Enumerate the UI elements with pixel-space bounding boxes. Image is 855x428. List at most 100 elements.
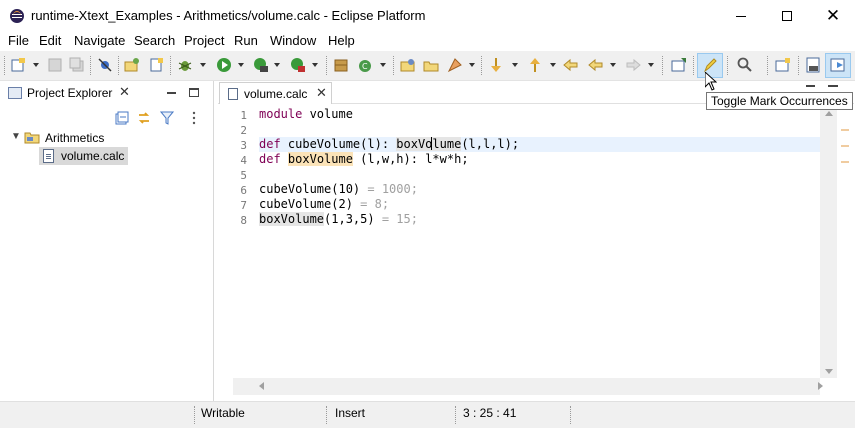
toolbar-separator xyxy=(693,56,694,75)
menu-help[interactable]: Help xyxy=(328,33,355,48)
scroll-left-icon[interactable] xyxy=(259,382,264,390)
close-window-button[interactable]: ✕ xyxy=(810,0,855,31)
coverage-dropdown-icon[interactable] xyxy=(274,63,280,67)
next-annotation-dropdown-icon[interactable] xyxy=(512,63,518,67)
back-icon[interactable] xyxy=(588,57,604,73)
link-with-editor-icon[interactable] xyxy=(137,111,151,125)
editor-tab-volume-calc[interactable]: volume.calc ✕ xyxy=(219,82,332,104)
write-occurrence-highlight: boxVolume xyxy=(287,152,353,166)
occurrence-marker[interactable] xyxy=(841,161,849,163)
scroll-up-icon[interactable] xyxy=(825,111,833,116)
menu-navigate[interactable]: Navigate xyxy=(74,33,125,48)
new-class-dropdown-icon[interactable] xyxy=(380,63,386,67)
maximize-button[interactable] xyxy=(764,0,810,31)
occurrence-marker[interactable] xyxy=(841,145,849,147)
horizontal-scrollbar[interactable] xyxy=(233,378,823,395)
scroll-right-icon[interactable] xyxy=(818,382,823,390)
menu-window[interactable]: Window xyxy=(270,33,316,48)
external-tools-icon[interactable] xyxy=(290,57,306,73)
line-number: 3 xyxy=(240,139,247,152)
new-java-class-icon[interactable]: C xyxy=(357,57,373,73)
git-perspective-icon[interactable] xyxy=(805,57,821,73)
close-icon[interactable]: ✕ xyxy=(316,85,327,101)
maximize-icon[interactable] xyxy=(828,85,838,87)
calc-file-icon xyxy=(43,149,54,163)
code-line: module volume xyxy=(259,107,353,122)
mouse-pointer-icon xyxy=(705,72,717,91)
debug-icon[interactable] xyxy=(177,57,193,73)
mark-occurrences-icon xyxy=(703,58,717,73)
code-text: volume xyxy=(302,107,353,121)
occurrence-highlight: boxVo xyxy=(396,137,433,151)
menu-project[interactable]: Project xyxy=(184,33,224,48)
chevron-down-icon[interactable]: ▼ xyxy=(11,131,21,142)
toolbar-tooltip: Toggle Mark Occurrences xyxy=(706,92,853,110)
menu-edit[interactable]: Edit xyxy=(39,33,61,48)
new-java-package-icon[interactable] xyxy=(333,57,349,73)
code-line: boxVolume(1,3,5) = 15; xyxy=(259,212,418,227)
new-file-icon[interactable] xyxy=(148,57,164,73)
menu-search[interactable]: Search xyxy=(134,33,175,48)
debug-perspective-icon xyxy=(830,58,845,72)
new-icon[interactable] xyxy=(10,57,26,73)
maximize-icon xyxy=(782,11,792,22)
next-annotation-icon[interactable] xyxy=(488,57,504,73)
skip-breakpoints-icon[interactable] xyxy=(97,57,113,73)
menu-file[interactable]: File xyxy=(8,33,29,48)
open-perspective-icon[interactable] xyxy=(775,57,791,73)
window-title: runtime-Xtext_Examples - Arithmetics/vol… xyxy=(31,8,426,23)
new-dropdown-icon[interactable] xyxy=(33,63,39,67)
project-explorer-tab[interactable]: Project Explorer ✕ xyxy=(2,82,132,103)
minimize-icon[interactable] xyxy=(806,85,815,87)
tree-item-file[interactable]: volume.calc xyxy=(1,147,214,165)
pin-editor-icon[interactable] xyxy=(671,57,687,73)
tree-item-project[interactable]: ▼ Arithmetics xyxy=(1,129,214,147)
open-folder-icon[interactable] xyxy=(423,57,439,73)
code-line: def boxVolume (l,w,h): l*w*h; xyxy=(259,152,469,167)
back-dropdown-icon[interactable] xyxy=(610,63,616,67)
new-project-icon[interactable] xyxy=(124,57,140,73)
open-type-icon[interactable] xyxy=(400,57,416,73)
tree-item-label: volume.calc xyxy=(61,149,125,163)
vertical-scrollbar[interactable] xyxy=(820,107,837,378)
maximize-icon xyxy=(189,88,199,98)
project-explorer-panel: Project Explorer ✕ ▼ Arithmetics volume.… xyxy=(1,81,214,401)
line-number: 4 xyxy=(240,154,247,167)
view-menu-icon[interactable] xyxy=(187,111,201,125)
close-icon[interactable]: ✕ xyxy=(119,84,130,100)
minimize-view-button[interactable] xyxy=(167,85,176,99)
code-line: def cubeVolume(l): boxVolume(l,l,l); xyxy=(259,137,519,152)
last-edit-location-icon[interactable] xyxy=(563,57,579,73)
line-number: 8 xyxy=(240,214,247,227)
minimize-icon xyxy=(167,91,176,94)
toolbar-separator xyxy=(4,56,5,75)
run-dropdown-icon[interactable] xyxy=(238,63,244,67)
maximize-view-button[interactable] xyxy=(189,85,199,99)
collapse-all-icon[interactable] xyxy=(115,111,129,125)
minimize-button[interactable] xyxy=(718,0,764,31)
editor-tab-label: volume.calc xyxy=(244,87,308,101)
filter-icon[interactable] xyxy=(160,111,174,125)
previous-annotation-dropdown-icon[interactable] xyxy=(550,63,556,67)
coverage-icon[interactable] xyxy=(253,57,269,73)
code-text: (l,w,h): l*w*h; xyxy=(352,152,469,166)
code-editor[interactable]: module volume def cubeVolume(l): boxVolu… xyxy=(259,107,821,377)
task-dropdown-icon[interactable] xyxy=(469,63,475,67)
toolbar-separator xyxy=(727,56,728,75)
toolbar-separator xyxy=(118,56,119,75)
scroll-down-icon[interactable] xyxy=(825,369,833,374)
occurrence-marker[interactable] xyxy=(841,129,849,131)
save-all-icon xyxy=(69,57,84,72)
menu-run[interactable]: Run xyxy=(234,33,258,48)
search-icon[interactable] xyxy=(737,57,753,73)
run-icon[interactable] xyxy=(216,57,232,73)
open-task-icon[interactable] xyxy=(447,57,463,73)
status-separator xyxy=(570,406,571,424)
project-explorer-icon xyxy=(8,87,22,99)
overview-ruler[interactable] xyxy=(838,107,852,378)
previous-annotation-icon[interactable] xyxy=(527,57,543,73)
keyword: def xyxy=(259,152,281,166)
external-tools-dropdown-icon[interactable] xyxy=(312,63,318,67)
debug-dropdown-icon[interactable] xyxy=(200,63,206,67)
minimize-icon xyxy=(736,15,746,17)
